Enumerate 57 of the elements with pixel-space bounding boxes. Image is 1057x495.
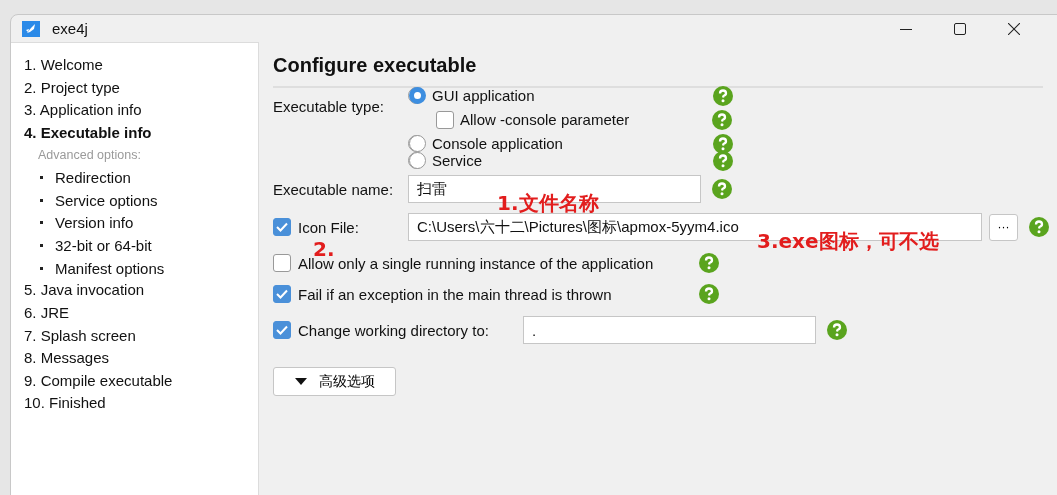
checkbox[interactable] [273,285,291,303]
field-label: Executable name: [273,180,395,198]
bullet-icon [40,243,43,247]
sidebar-item[interactable]: 4. Executable info [24,121,258,145]
help-icon[interactable] [1029,217,1049,237]
sidebar-item[interactable]: 8. Messages [24,347,258,370]
sidebar-item[interactable]: 3. Application info [24,99,258,122]
sidebar-item[interactable]: Version info [55,214,134,232]
radio-button[interactable] [409,87,426,104]
option-label: Console application [432,135,563,152]
rocket-icon [22,20,40,37]
sidebar-item[interactable]: 5. Java invocation [24,279,258,302]
option-label: Fail if an exception in the main thread is thrown [298,285,612,303]
help-icon[interactable] [713,150,733,171]
option-label: GUI application [432,87,535,104]
help-icon[interactable] [712,109,732,130]
sidebar-item[interactable]: Service options [55,191,158,209]
directory-field[interactable]: . [523,316,816,344]
bullet-icon [40,266,43,270]
help-icon[interactable] [699,253,719,273]
sidebar-item[interactable]: Redirection [55,169,131,187]
help-icon[interactable] [713,133,733,154]
sidebar-item[interactable]: 10. Finished [24,392,258,415]
window-title: exe4j [52,20,88,37]
caret-icon [294,378,307,385]
sidebar-item[interactable]: 1. Welcome [24,54,258,77]
annotation: 2. [313,237,335,261]
sidebar-item[interactable]: 2. Project type [24,76,258,100]
sidebar-item[interactable]: 32-bit or 64-bit [55,236,152,254]
advanced-options-button[interactable]: 高级选项 [273,367,396,396]
field-label: Executable type: [273,97,385,117]
checkbox[interactable] [273,254,291,272]
help-icon[interactable] [827,320,847,340]
help-icon[interactable] [713,85,733,106]
field-label: Icon File: [298,218,359,236]
help-icon[interactable] [712,179,732,199]
checkbox[interactable] [273,321,291,339]
maximize-icon[interactable] [954,22,966,35]
bullet-icon [40,176,43,180]
radio-button[interactable] [409,152,426,169]
browse-button[interactable]: ··· [989,213,1018,241]
option-label: Service [432,152,483,169]
option-label: Allow -console parameter [460,111,630,128]
bullet-icon [40,221,43,225]
help-icon[interactable] [699,284,719,304]
field-label: Change working directory to: [298,321,489,339]
radio-button[interactable] [409,135,426,152]
page-title: Configure executable [273,54,478,78]
sidebar-item[interactable]: 6. JRE [24,301,258,325]
bullet-icon [40,198,43,202]
sidebar-item[interactable]: Manifest options [55,259,165,277]
close-icon[interactable] [1008,22,1020,35]
section-heading: Advanced options: [37,147,142,165]
checkbox[interactable] [436,110,454,129]
sidebar-item[interactable]: 7. Splash screen [24,324,258,348]
checkbox[interactable] [273,218,291,236]
sidebar-item[interactable]: 9. Compile executable [24,369,258,393]
